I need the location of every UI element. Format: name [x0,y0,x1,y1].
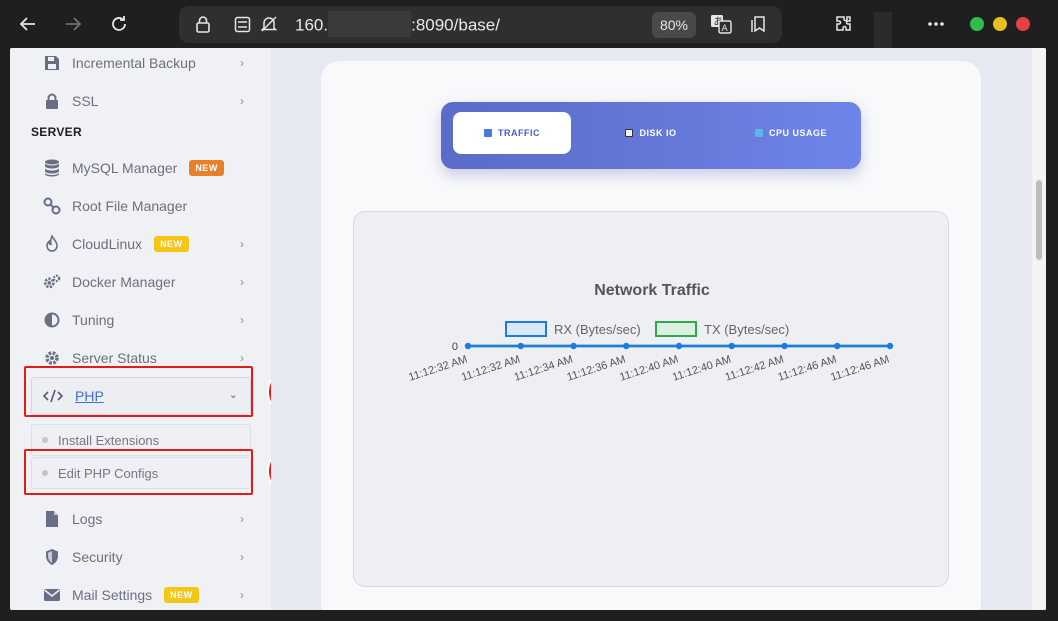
reading-list-icon[interactable] [750,15,768,38]
address-bar[interactable]: 160.:8090/base/ 80% あA [179,6,782,43]
lock-icon[interactable] [195,15,211,38]
back-icon[interactable] [12,8,44,40]
data-point [464,342,472,350]
chevron-right-icon: › [240,588,244,602]
redacted-block [328,11,412,37]
sidebar-item-root-file-manager[interactable]: Root File Manager [32,191,244,221]
zoom-indicator[interactable]: 80% [652,12,696,38]
network-traffic-chart: Network Traffic RX (Bytes/sec) TX (Bytes/… [353,211,949,587]
browser-toolbar: 160.:8090/base/ 80% あA [0,0,1058,48]
shield-icon [43,548,61,566]
data-point [623,342,630,350]
chevron-right-icon: › [240,56,244,70]
legend-label: RX (Bytes/sec) [554,322,641,337]
sidebar-item-mail-settings[interactable]: Mail Settings NEW › [32,580,244,610]
forward-icon[interactable] [57,8,89,40]
chart-icon [484,129,492,137]
monitor-icon [754,129,763,137]
sidebar-item-docker-manager[interactable]: Docker Manager › [32,267,244,297]
x-tick-label: 11:12:34 AM [513,353,575,383]
sidebar-item-security[interactable]: Security › [32,542,244,572]
sidebar-item-mysql-manager[interactable]: MySQL Manager NEW [32,153,244,183]
data-point [517,342,524,350]
chevron-right-icon: › [240,313,244,327]
contrast-icon [43,311,61,329]
site-info-icon[interactable] [234,16,251,38]
x-tick-label: 11:12:40 AM [671,353,733,383]
envelope-icon [43,586,61,604]
extensions-icon[interactable] [828,8,860,40]
tab-traffic[interactable]: TRAFFIC [453,112,571,154]
refresh-icon[interactable] [103,8,135,40]
translate-icon[interactable]: あA [710,14,732,39]
sidebar-item-tuning[interactable]: Tuning › [32,305,244,335]
data-point [886,342,894,350]
chart-plot: RX (Bytes/sec) TX (Bytes/sec) 011:12:32 AM… [407,321,894,384]
chevron-right-icon: › [240,512,244,526]
maximize-window-icon[interactable] [993,17,1007,31]
new-badge: NEW [189,160,224,176]
data-point [570,342,577,350]
lock-icon [43,92,61,110]
chevron-right-icon: › [240,351,244,365]
x-tick-label: 11:12:46 AM [829,353,891,383]
data-point [781,342,788,350]
x-tick-label: 11:12:40 AM [618,353,680,383]
sidebar-item-logs[interactable]: Logs › [32,504,244,534]
stats-tab-bar: TRAFFIC DISK IO CPU USAGE [441,102,861,169]
sidebar-item-incremental-backup[interactable]: Incremental Backup › [32,48,244,78]
annotation-box-php [24,366,253,417]
chevron-right-icon: › [240,275,244,289]
svg-text:A: A [722,24,729,34]
redacted-extension [874,12,892,48]
y-tick-label: 0 [452,341,458,353]
tab-cpu-usage[interactable]: CPU USAGE [731,112,851,154]
sidebar-item-ssl[interactable]: SSL › [32,86,244,116]
floppy-icon [625,129,634,137]
database-icon [43,159,61,177]
x-tick-label: 11:12:42 AM [724,353,786,383]
x-tick-label: 11:12:32 AM [407,353,469,383]
flame-icon [43,235,61,253]
x-tick-label: 11:12:36 AM [565,353,627,383]
chevron-right-icon: › [240,94,244,108]
minimize-window-icon[interactable] [970,17,984,31]
chevron-right-icon: › [240,550,244,564]
annotation-box-edit-php-configs [24,449,253,495]
sidebar: Incremental Backup › SSL › SERVER MySQL … [10,48,271,610]
new-badge: NEW [164,587,199,603]
main-content: TRAFFIC DISK IO CPU USAGE Network Traffi… [271,48,1046,610]
dashboard-card: TRAFFIC DISK IO CPU USAGE Network Traffi… [321,61,981,610]
new-badge: NEW [154,236,189,252]
scrollbar[interactable] [1032,48,1046,610]
chevron-right-icon: › [240,237,244,251]
legend-label: TX (Bytes/sec) [704,322,789,337]
page-viewport: Incremental Backup › SSL › SERVER MySQL … [10,48,1046,610]
x-tick-label: 11:12:46 AM [776,353,838,383]
legend-swatch [655,321,697,337]
floppy-icon [43,54,61,72]
menu-dots-icon[interactable] [920,8,952,40]
data-point [728,342,735,350]
tab-disk-io[interactable]: DISK IO [591,112,711,154]
data-point [675,342,683,350]
url-text[interactable]: 160.:8090/base/ [295,11,500,37]
scrollbar-thumb[interactable] [1036,180,1042,260]
legend-swatch [505,321,547,337]
gear-icon [43,349,61,367]
chart-title: Network Traffic [594,282,710,299]
close-window-icon[interactable] [1016,17,1030,31]
link-icon [43,197,61,215]
sidebar-item-cloudlinux[interactable]: CloudLinux NEW › [32,229,244,259]
section-title-server: SERVER [31,125,82,139]
x-tick-label: 11:12:32 AM [460,353,522,383]
notifications-off-icon[interactable] [260,15,278,38]
data-point [834,342,841,350]
gears-icon [43,273,61,291]
bullet-icon [42,437,48,443]
file-icon [43,510,61,528]
